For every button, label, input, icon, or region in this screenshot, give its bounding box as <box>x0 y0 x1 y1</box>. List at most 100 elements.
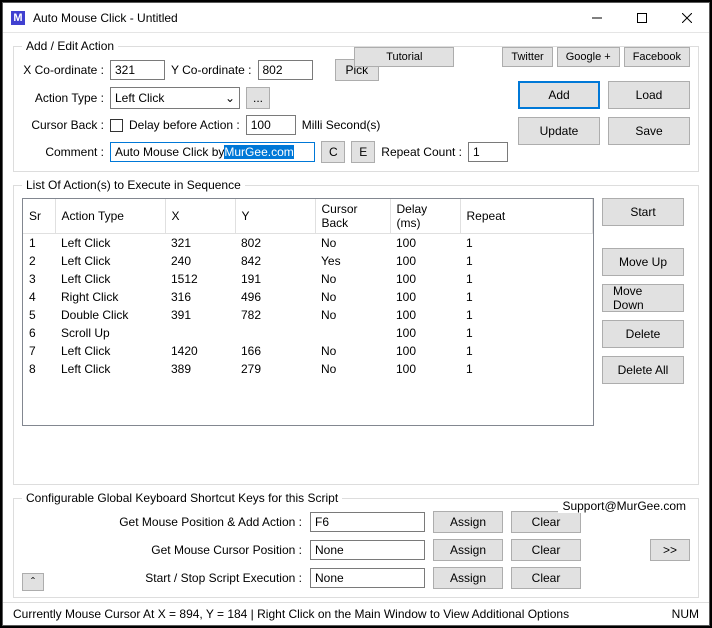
cell-delay: 100 <box>390 270 460 288</box>
clear-button-2[interactable]: Clear <box>511 539 581 561</box>
cursor-back-checkbox[interactable] <box>110 119 123 132</box>
save-button[interactable]: Save <box>608 117 690 145</box>
x-coord-input[interactable] <box>110 60 165 80</box>
load-button[interactable]: Load <box>608 81 690 109</box>
action-type-select[interactable]: Left Click ⌄ <box>110 87 240 109</box>
cell-type: Double Click <box>55 306 165 324</box>
move-down-button[interactable]: Move Down <box>602 284 684 312</box>
comment-label: Comment : <box>22 145 104 159</box>
cfg-startstop-label: Start / Stop Script Execution : <box>22 571 302 585</box>
facebook-button[interactable]: Facebook <box>624 47 690 67</box>
cell-sr: 1 <box>23 234 55 253</box>
assign-button-2[interactable]: Assign <box>433 539 503 561</box>
collapse-button[interactable]: ˆ <box>22 573 44 591</box>
y-coord-input[interactable] <box>258 60 313 80</box>
delete-button[interactable]: Delete <box>602 320 684 348</box>
cfg-getcursor-input[interactable] <box>310 540 425 560</box>
cell-x: 1420 <box>165 342 235 360</box>
cell-repeat: 1 <box>460 252 593 270</box>
table-row[interactable]: 5Double Click391782No1001 <box>23 306 593 324</box>
cell-type: Left Click <box>55 234 165 253</box>
cell-repeat: 1 <box>460 360 593 378</box>
cfg-addaction-input[interactable] <box>310 512 425 532</box>
repeat-count-input[interactable] <box>468 142 508 162</box>
list-legend: List Of Action(s) to Execute in Sequence <box>22 178 245 192</box>
action-table[interactable]: Sr Action Type X Y Cursor Back Delay (ms… <box>22 198 594 426</box>
cell-y: 279 <box>235 360 315 378</box>
cell-x <box>165 324 235 342</box>
table-row[interactable]: 7Left Click1420166No1001 <box>23 342 593 360</box>
delay-input[interactable] <box>246 115 296 135</box>
comment-input[interactable]: Auto Mouse Click by MurGee.com <box>110 142 315 162</box>
cell-repeat: 1 <box>460 342 593 360</box>
delete-all-button[interactable]: Delete All <box>602 356 684 384</box>
cell-cb: No <box>315 270 390 288</box>
more-button[interactable]: >> <box>650 539 690 561</box>
googleplus-button[interactable]: Google + <box>557 47 620 67</box>
col-sr[interactable]: Sr <box>23 199 55 234</box>
app-logo-icon: M <box>11 11 25 25</box>
table-row[interactable]: 2Left Click240842Yes1001 <box>23 252 593 270</box>
table-row[interactable]: 4Right Click316496No1001 <box>23 288 593 306</box>
minimize-button[interactable] <box>574 3 619 32</box>
add-button[interactable]: Add <box>518 81 600 109</box>
cell-type: Scroll Up <box>55 324 165 342</box>
cell-type: Left Click <box>55 252 165 270</box>
col-repeat[interactable]: Repeat <box>460 199 593 234</box>
cell-y <box>235 324 315 342</box>
cell-cb: Yes <box>315 252 390 270</box>
action-type-value: Left Click <box>115 91 164 105</box>
assign-button-1[interactable]: Assign <box>433 511 503 533</box>
cell-sr: 6 <box>23 324 55 342</box>
col-type[interactable]: Action Type <box>55 199 165 234</box>
cell-delay: 100 <box>390 306 460 324</box>
cell-cb: No <box>315 234 390 253</box>
table-row[interactable]: 8Left Click389279No1001 <box>23 360 593 378</box>
chevron-up-icon: ˆ <box>31 575 35 589</box>
titlebar[interactable]: M Auto Mouse Click - Untitled <box>3 3 709 33</box>
twitter-button[interactable]: Twitter <box>502 47 552 67</box>
cfg-legend: Configurable Global Keyboard Shortcut Ke… <box>22 491 342 505</box>
cell-sr: 7 <box>23 342 55 360</box>
cell-repeat: 1 <box>460 270 593 288</box>
cell-type: Right Click <box>55 288 165 306</box>
cfg-addaction-label: Get Mouse Position & Add Action : <box>22 515 302 529</box>
clear-button-3[interactable]: Clear <box>511 567 581 589</box>
tutorial-button[interactable]: Tutorial <box>354 47 454 67</box>
cell-x: 389 <box>165 360 235 378</box>
e-button[interactable]: E <box>351 141 375 163</box>
repeat-count-label: Repeat Count : <box>381 145 462 159</box>
cfg-startstop-input[interactable] <box>310 568 425 588</box>
move-up-button[interactable]: Move Up <box>602 248 684 276</box>
start-button[interactable]: Start <box>602 198 684 226</box>
cell-delay: 100 <box>390 288 460 306</box>
cell-x: 391 <box>165 306 235 324</box>
clear-button-1[interactable]: Clear <box>511 511 581 533</box>
col-delay[interactable]: Delay (ms) <box>390 199 460 234</box>
cell-type: Left Click <box>55 270 165 288</box>
cell-repeat: 1 <box>460 288 593 306</box>
cell-delay: 100 <box>390 324 460 342</box>
support-link[interactable]: Support@MurGee.com <box>558 499 690 513</box>
action-type-more-button[interactable]: ... <box>246 87 270 109</box>
col-x[interactable]: X <box>165 199 235 234</box>
col-cursorback[interactable]: Cursor Back <box>315 199 390 234</box>
cell-cb: No <box>315 360 390 378</box>
window-title: Auto Mouse Click - Untitled <box>33 11 574 25</box>
assign-button-3[interactable]: Assign <box>433 567 503 589</box>
table-row[interactable]: 6Scroll Up 1001 <box>23 324 593 342</box>
maximize-button[interactable] <box>619 3 664 32</box>
action-list-group: List Of Action(s) to Execute in Sequence… <box>13 178 699 485</box>
cell-repeat: 1 <box>460 324 593 342</box>
cell-delay: 100 <box>390 252 460 270</box>
table-row[interactable]: 1Left Click321802No1001 <box>23 234 593 253</box>
update-button[interactable]: Update <box>518 117 600 145</box>
app-window: M Auto Mouse Click - Untitled Add / Edit… <box>2 2 710 626</box>
close-button[interactable] <box>664 3 709 32</box>
comment-text-plain: Auto Mouse Click by <box>115 145 224 159</box>
col-y[interactable]: Y <box>235 199 315 234</box>
cell-sr: 8 <box>23 360 55 378</box>
c-button[interactable]: C <box>321 141 345 163</box>
cell-repeat: 1 <box>460 234 593 253</box>
table-row[interactable]: 3Left Click1512191No1001 <box>23 270 593 288</box>
